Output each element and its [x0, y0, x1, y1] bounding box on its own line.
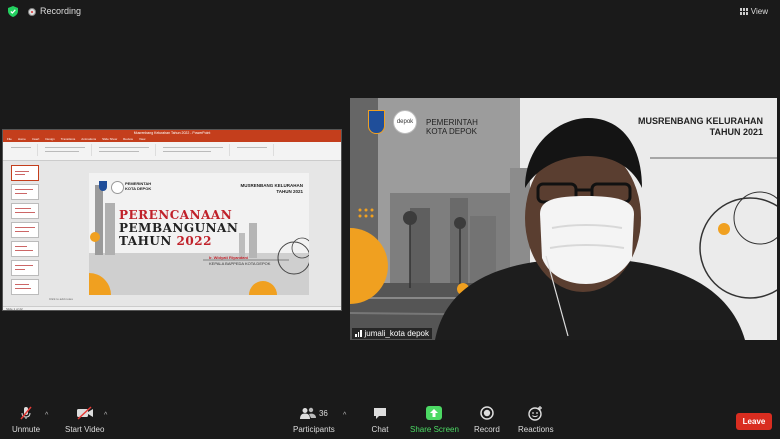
meeting-top-bar: Recording View: [0, 0, 780, 24]
reactions-button[interactable]: Reactions: [518, 405, 554, 434]
slide-thumbnail[interactable]: [11, 165, 39, 181]
chat-icon: [369, 405, 391, 421]
slide-logo-icon: [99, 181, 107, 191]
background-event-line: MUSRENBANG KELURAHAN: [638, 116, 763, 126]
chat-button[interactable]: Chat: [369, 405, 391, 434]
depok-logo-text: depok: [396, 119, 414, 125]
leave-button[interactable]: Leave: [736, 413, 772, 430]
video-options-chevron-up-icon[interactable]: ^: [104, 412, 107, 419]
recording-label: Recording: [40, 6, 82, 16]
unmute-button[interactable]: Unmute: [12, 405, 40, 434]
powerpoint-title-bar: Musrenbang Kelurahan Tahun 2022 - PowerP…: [3, 130, 341, 137]
slide-title-line: TAHUN 2022: [119, 235, 238, 248]
depok-logo-icon: depok: [393, 110, 417, 134]
slide-thumbnail[interactable]: [11, 260, 39, 276]
share-screen-label: Share Screen: [410, 425, 459, 434]
meeting-controls-bar: Unmute ^ Start Video ^ 36 Participants ^…: [0, 401, 780, 439]
record-label: Record: [474, 425, 500, 434]
start-video-label: Start Video: [65, 425, 105, 434]
powerpoint-workspace: PEMERINTAH KOTA DEPOK MUSRENBANG KELURAH…: [3, 161, 341, 306]
background-logo-icon: [368, 110, 385, 134]
slide-presenter: Ir. Widyati Riyandani KEPALA BAPPEDA KOT…: [209, 255, 270, 267]
background-gov-line: KOTA DEPOK: [426, 127, 477, 136]
start-video-button[interactable]: Start Video: [65, 405, 104, 434]
ribbon-toolbar: [3, 142, 341, 161]
slide-gov-line: KOTA DEPOK: [125, 186, 152, 191]
video-off-icon: [74, 405, 96, 421]
shared-screen-tile[interactable]: Musrenbang Kelurahan Tahun 2022 - PowerP…: [2, 129, 342, 311]
slide-title-word: TAHUN: [119, 234, 172, 248]
participants-label: Participants: [293, 425, 335, 434]
chat-label: Chat: [371, 425, 389, 434]
powerpoint-status-bar: Slide 1 of 22: [3, 306, 341, 310]
record-button[interactable]: Record: [474, 405, 500, 434]
participant-name: jumali_kota depok: [364, 329, 429, 338]
participants-count: 36: [318, 408, 328, 418]
current-slide[interactable]: PEMERINTAH KOTA DEPOK MUSRENBANG KELURAH…: [89, 173, 309, 295]
background-event-line: TAHUN 2021: [709, 127, 763, 137]
signal-strength-icon: [355, 330, 362, 337]
view-grid-icon: [739, 7, 748, 15]
participant-video-tile[interactable]: depok PEMERINTAH KOTA DEPOK MUSRENBANG K…: [350, 98, 777, 340]
slide-presenter-role: KEPALA BAPPEDA KOTA DEPOK: [209, 261, 271, 266]
slide-thumbnail[interactable]: [11, 241, 39, 257]
reactions-label: Reactions: [518, 425, 554, 434]
encryption-shield-icon[interactable]: [8, 6, 18, 17]
unmute-label: Unmute: [12, 425, 41, 434]
reactions-smiley-icon: [525, 405, 547, 421]
view-button[interactable]: View: [736, 4, 772, 18]
slide-event-text: MUSRENBANG KELURAHAN TAHUN 2021: [241, 183, 304, 195]
slide-event-line: TAHUN 2021: [276, 189, 303, 194]
muted-microphone-icon: [15, 405, 37, 421]
slide-title: PERENCANAAN PEMBANGUNAN TAHUN 2022: [119, 209, 238, 248]
participants-options-chevron-up-icon[interactable]: ^: [343, 412, 346, 419]
slide-thumbnail[interactable]: [11, 203, 39, 219]
slide-title-year: 2022: [176, 234, 212, 248]
notes-placeholder[interactable]: Click to add notes: [49, 297, 73, 301]
record-icon: [476, 405, 498, 421]
background-gov-line: PEMERINTAH: [426, 118, 478, 127]
slide-thumbnail[interactable]: [11, 279, 39, 295]
recording-indicator-icon: [28, 8, 36, 16]
slide-depok-logo-icon: [111, 181, 124, 194]
participant-name-tag: jumali_kota depok: [352, 328, 432, 339]
slide-thumbnail[interactable]: [11, 222, 39, 238]
share-screen-button[interactable]: Share Screen: [410, 405, 459, 434]
slide-thumbnail[interactable]: [11, 184, 39, 200]
background-event-text: MUSRENBANG KELURAHAN TAHUN 2021: [638, 116, 763, 138]
participants-button[interactable]: 36 Participants: [293, 405, 335, 434]
share-screen-icon: [423, 405, 445, 421]
background-gov-text: PEMERINTAH KOTA DEPOK: [426, 118, 478, 136]
slide-thumbnails: [5, 163, 43, 303]
audio-options-chevron-up-icon[interactable]: ^: [45, 412, 48, 419]
view-button-label: View: [750, 6, 768, 16]
participants-icon: 36: [294, 405, 334, 421]
slide-gov-text: PEMERINTAH KOTA DEPOK: [125, 181, 151, 191]
